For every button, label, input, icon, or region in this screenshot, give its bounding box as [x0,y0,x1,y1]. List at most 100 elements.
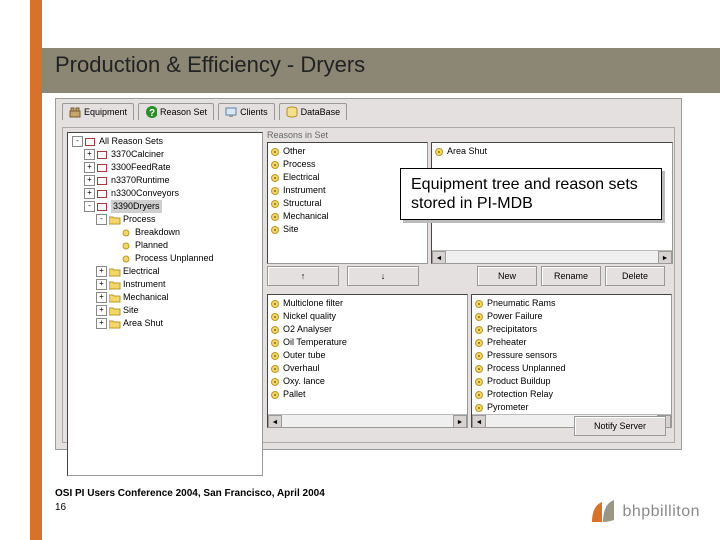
expand-icon[interactable]: + [96,292,107,303]
tree-row[interactable]: + Electrical [70,265,260,278]
scroll-track[interactable] [446,251,658,263]
collapse-icon[interactable]: - [84,201,95,212]
move-down-button[interactable]: ↓ [347,266,419,286]
item-icon [270,173,280,183]
item-icon [270,186,280,196]
list-item-label: Preheater [487,336,527,349]
tree-row[interactable]: +Mechanical [70,291,260,304]
scroll-left-button[interactable]: ◄ [268,415,282,428]
list-item-label: Process [283,158,316,171]
list-item-label: Protection Relay [487,388,553,401]
item-icon [474,312,484,322]
list-item[interactable]: Pressure sensors [474,349,669,362]
tab-bar: Equipment ? Reason Set Clients DataBase [56,99,681,120]
available-right-list[interactable]: Pneumatic RamsPower FailurePrecipitators… [471,294,672,428]
scroll-track[interactable] [282,415,453,427]
list-item[interactable]: Area Shut [434,145,670,158]
scroll-left-button[interactable]: ◄ [432,251,446,264]
footer-text: OSI PI Users Conference 2004, San Franci… [55,488,325,499]
notify-server-button[interactable]: Notify Server [574,416,666,436]
list-item[interactable]: Site [270,223,425,236]
item-icon [270,147,280,157]
list-item[interactable]: Process Unplanned [474,362,669,375]
tree-row[interactable]: -3390Dryers [70,200,260,213]
tree-row[interactable]: +3300FeedRate [70,161,260,174]
dot-icon [121,228,133,238]
list-item[interactable]: Pallet [270,388,465,401]
list-item-label: Multiclone filter [283,297,343,310]
list-item[interactable]: Outer tube [270,349,465,362]
callout-box: Equipment tree and reason sets stored in… [400,168,662,220]
list-item-label: Oil Temperature [283,336,347,349]
list-item[interactable]: Nickel quality [270,310,465,323]
tab-database[interactable]: DataBase [279,103,348,120]
expand-icon[interactable]: + [84,162,95,173]
item-icon [434,147,444,157]
delete-button[interactable]: Delete [605,266,665,286]
tab-label: Clients [240,107,268,117]
item-icon [474,403,484,413]
list-item[interactable]: Overhaul [270,362,465,375]
expand-icon[interactable]: + [84,149,95,160]
tab-clients[interactable]: Clients [218,103,275,120]
rename-button[interactable]: Rename [541,266,601,286]
collapse-icon[interactable]: - [96,214,107,225]
tab-label: Equipment [84,107,127,117]
scroll-right-button[interactable]: ► [658,251,672,264]
item-icon [270,351,280,361]
expand-icon[interactable]: + [84,175,95,186]
tree-row[interactable]: +3370Calciner [70,148,260,161]
item-icon [474,325,484,335]
list-item[interactable]: Oxy. lance [270,375,465,388]
list-item-label: Area Shut [447,145,487,158]
tree-row[interactable]: Process Unplanned [70,252,260,265]
expand-icon[interactable]: + [96,266,107,277]
book-icon [85,137,97,147]
list-item-label: Other [283,145,306,158]
list-item[interactable]: Protection Relay [474,388,669,401]
item-icon [474,338,484,348]
reason-tree[interactable]: -All Reason Sets+3370Calciner+3300FeedRa… [67,132,263,476]
scrollbar-horizontal[interactable]: ◄ ► [268,414,467,427]
list-item[interactable]: Other [270,145,425,158]
tree-row[interactable]: +n3370Runtime [70,174,260,187]
list-item[interactable]: Multiclone filter [270,297,465,310]
tree-label: 3370Calciner [111,148,164,161]
tree-row[interactable]: Breakdown [70,226,260,239]
expand-icon[interactable]: + [96,279,107,290]
tab-reasonset[interactable]: ? Reason Set [138,103,214,120]
tree-row[interactable]: +Site [70,304,260,317]
list-item[interactable]: Precipitators [474,323,669,336]
list-item[interactable]: Oil Temperature [270,336,465,349]
tree-row[interactable]: Planned [70,239,260,252]
list-item[interactable]: Pneumatic Rams [474,297,669,310]
tree-row[interactable]: -Process [70,213,260,226]
expand-icon[interactable]: + [96,305,107,316]
list-item-label: Overhaul [283,362,320,375]
available-left-list[interactable]: Multiclone filterNickel qualityO2 Analys… [267,294,468,428]
list-item[interactable]: O2 Analyser [270,323,465,336]
tree-row[interactable]: +Instrument [70,278,260,291]
scrollbar-horizontal[interactable]: ◄ ► [432,250,672,263]
list-item[interactable]: Preheater [474,336,669,349]
list-item-label: Pallet [283,388,306,401]
list-item[interactable]: Product Buildup [474,375,669,388]
scroll-right-button[interactable]: ► [453,415,467,428]
book-icon [97,189,109,199]
collapse-icon[interactable]: - [72,136,83,147]
list-item[interactable]: Power Failure [474,310,669,323]
tree-label: All Reason Sets [99,135,163,148]
tree-row[interactable]: +n3300Conveyors [70,187,260,200]
tree-row[interactable]: - All Reason Sets [70,135,260,148]
tab-equipment[interactable]: Equipment [62,103,134,120]
move-up-button[interactable]: ↑ [267,266,339,286]
tree-row[interactable]: +Area Shut [70,317,260,330]
scroll-left-button[interactable]: ◄ [472,415,486,428]
tree-label: Electrical [123,265,160,278]
new-button[interactable]: New [477,266,537,286]
expand-icon[interactable]: + [96,318,107,329]
expand-icon[interactable]: + [84,188,95,199]
book-icon [97,202,109,212]
item-icon [270,199,280,209]
list-item[interactable]: Pyrometer [474,401,669,414]
